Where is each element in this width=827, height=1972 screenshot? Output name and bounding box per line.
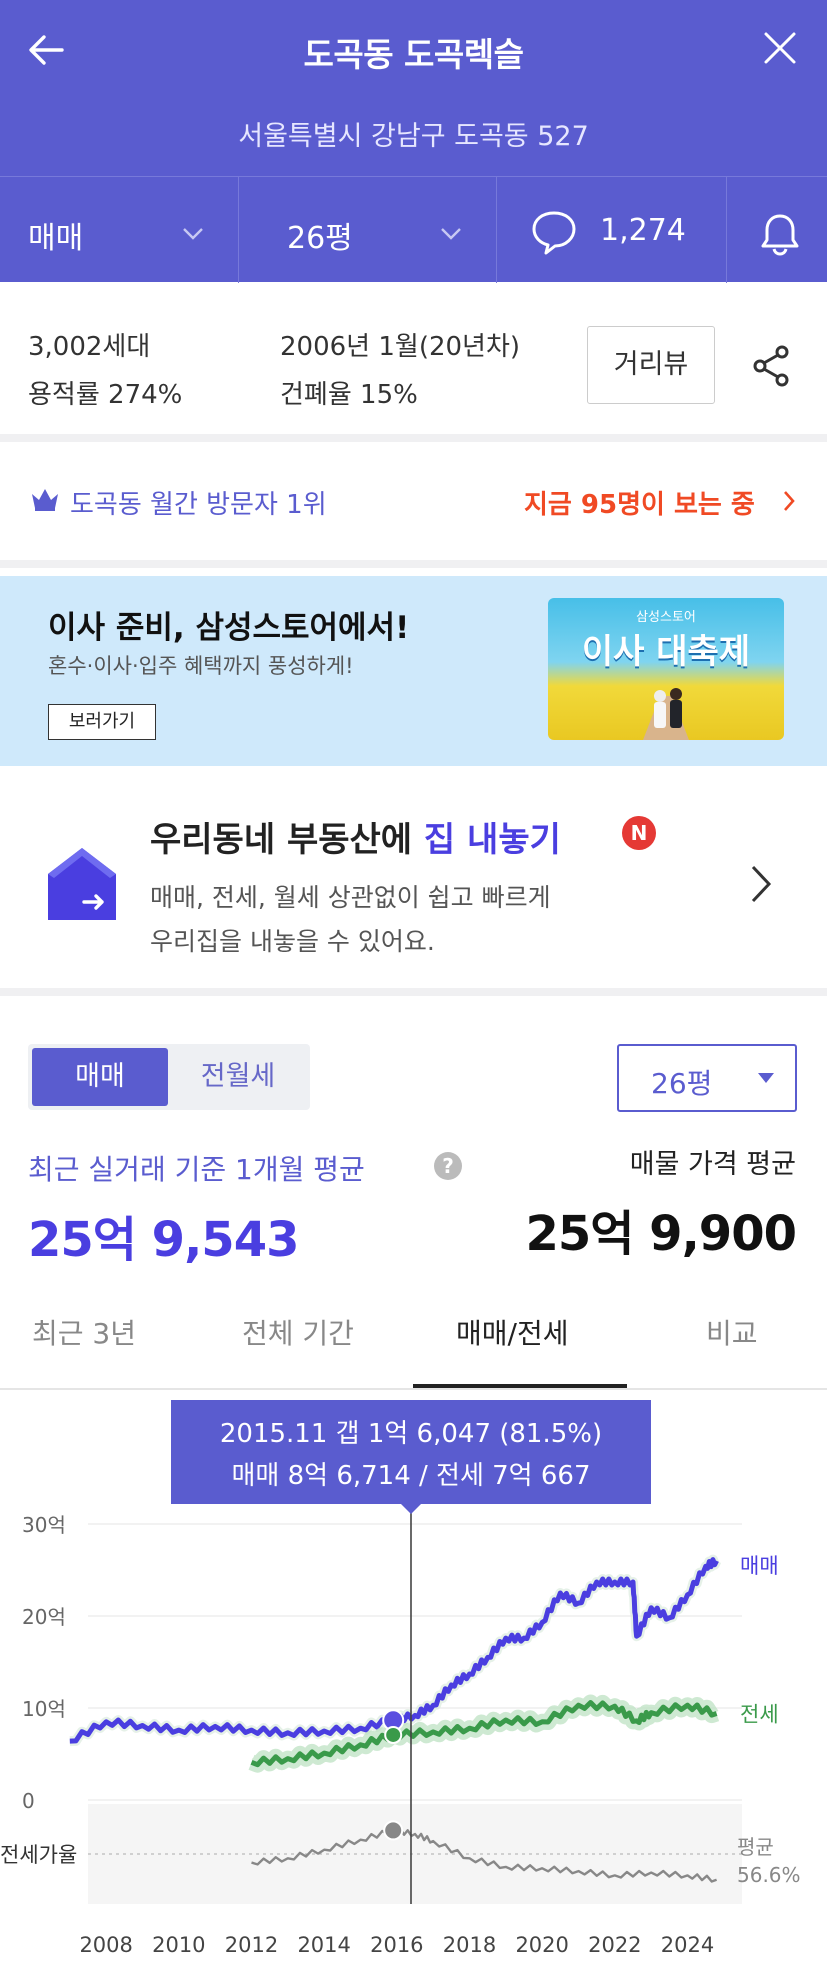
viewers-now: 지금 95명이 보는 중 xyxy=(524,490,755,520)
ad-banner[interactable]: 이사 준비, 삼성스토어에서! 혼수·이사·입주 혜택까지 풍성하게! 보러가기… xyxy=(0,576,827,766)
pyeong-dropdown-label: 26평 xyxy=(651,1067,713,1100)
chart-grid xyxy=(88,1523,742,1801)
pyeong-dropdown[interactable]: 26평 xyxy=(617,1044,797,1112)
visitor-rank-bar[interactable]: 도곡동 월간 방문자 1위 지금 95명이 보는 중 xyxy=(0,442,827,568)
avg-label: 평균 xyxy=(737,1835,774,1859)
banner-image-title: 이사 대축제 xyxy=(581,632,751,672)
tooltip-line1: 2015.11 갭 1억 6,047 (81.5%) xyxy=(220,1419,602,1449)
recent-avg-label: 최근 실거래 기준 1개월 평균 xyxy=(28,1148,365,1188)
sell-home-card[interactable]: 우리동네 부동산에 집 내놓기 N 매매, 전세, 월세 상관없이 쉽고 빠르게… xyxy=(0,776,827,996)
house-icon xyxy=(48,848,116,920)
avg-value: 56.6% xyxy=(737,1863,801,1887)
new-badge: N xyxy=(622,816,656,850)
app-header: 도곡동 도곡렉슬 서울특별시 강남구 도곡동 527 매매 26평 1,274 xyxy=(0,0,827,283)
banner-image: 삼성스토어 이사 대축제 xyxy=(548,598,784,740)
pyeong-label: 26평 xyxy=(287,221,353,256)
x-tick-label: 2020 xyxy=(515,1933,568,1957)
street-view-button[interactable]: 거리뷰 xyxy=(587,326,715,404)
filter-bar: 매매 26평 1,274 xyxy=(0,176,827,283)
building-coverage: 건폐율 15% xyxy=(280,380,418,410)
active-tab-indicator xyxy=(413,1384,627,1388)
share-icon[interactable] xyxy=(752,344,792,388)
crown-icon xyxy=(32,489,58,511)
series-label-lease: 전세 xyxy=(740,1703,779,1727)
banner-image-small-text: 삼성스토어 xyxy=(636,610,696,625)
chevron-right-icon xyxy=(751,865,772,903)
ratio-point-marker xyxy=(383,1820,404,1841)
floor-area-ratio: 용적률 274% xyxy=(28,380,183,410)
chevron-down-icon xyxy=(441,228,461,240)
trade-type-select[interactable]: 매매 xyxy=(28,213,83,257)
help-icon[interactable]: ? xyxy=(434,1152,462,1180)
chart-tooltip: 2015.11 갭 1억 6,047 (81.5%) 매매 8억 6,714 /… xyxy=(171,1400,651,1514)
trade-type-label: 매매 xyxy=(28,221,84,256)
chart-tabs: 최근 3년 전체 기간 매매/전세 비교 xyxy=(0,1290,827,1390)
banner-cta-button[interactable]: 보러가기 xyxy=(48,704,156,740)
comment-count[interactable]: 1,274 xyxy=(600,213,686,248)
pyeong-select[interactable]: 26평 xyxy=(287,213,353,257)
x-tick-label: 2022 xyxy=(588,1933,641,1957)
sell-desc-line2: 우리집을 내놓을 수 있어요. xyxy=(150,927,435,956)
complex-info: 3,002세대 용적률 274% 2006년 1월(20년차) 건폐율 15% … xyxy=(0,282,827,442)
y-tick-label: 10억 xyxy=(22,1697,66,1721)
chevron-down-icon xyxy=(183,228,203,240)
y-tick-label: 0 xyxy=(22,1789,35,1813)
trade-segment: 매매 전월세 xyxy=(28,1044,310,1110)
tab-sale-lease[interactable]: 매매/전세 xyxy=(456,1312,568,1352)
comment-icon[interactable] xyxy=(530,209,578,255)
sell-title: 우리동네 부동산에 집 내놓기 xyxy=(150,812,561,861)
close-icon[interactable] xyxy=(762,30,798,66)
x-tick-label: 2010 xyxy=(152,1933,205,1957)
series-label-sale: 매매 xyxy=(740,1554,779,1578)
tab-compare[interactable]: 비교 xyxy=(706,1312,758,1352)
bell-icon[interactable] xyxy=(758,211,802,257)
x-tick-label: 2016 xyxy=(370,1933,423,1957)
x-tick-label: 2024 xyxy=(661,1933,714,1957)
sell-desc-line1: 매매, 전세, 월세 상관없이 쉽고 빠르게 xyxy=(150,883,551,912)
segment-sale[interactable]: 매매 xyxy=(32,1048,168,1106)
x-tick-label: 2014 xyxy=(297,1933,350,1957)
segment-lease[interactable]: 전월세 xyxy=(168,1048,308,1106)
y-tick-label: 30억 xyxy=(22,1513,66,1537)
caret-down-icon xyxy=(758,1073,774,1083)
recent-avg-label-text: 최근 실거래 기준 1개월 평균 xyxy=(28,1153,365,1186)
tab-all-period[interactable]: 전체 기간 xyxy=(242,1312,354,1352)
banner-subtext: 혼수·이사·입주 혜택까지 풍성하게! xyxy=(48,654,354,678)
tooltip-line2: 매매 8억 6,714 / 전세 7억 667 xyxy=(231,1461,590,1491)
tab-recent-3y[interactable]: 최근 3년 xyxy=(32,1312,136,1352)
ratio-axis-label: 전세가율 xyxy=(0,1843,77,1867)
y-tick-label: 20억 xyxy=(22,1605,66,1629)
chevron-right-icon xyxy=(784,491,795,511)
x-tick-label: 2012 xyxy=(225,1933,278,1957)
x-tick-label: 2018 xyxy=(443,1933,496,1957)
sell-title-prefix: 우리동네 부동산에 xyxy=(150,820,424,860)
listing-avg-value: 25억 9,900 xyxy=(525,1206,797,1262)
x-tick-label: 2008 xyxy=(79,1933,132,1957)
address: 서울특별시 강남구 도곡동 527 xyxy=(238,121,589,152)
recent-avg-value: 25억 9,543 xyxy=(28,1212,299,1268)
rank-text: 도곡동 월간 방문자 1위 xyxy=(70,490,327,520)
sell-title-highlight: 집 내놓기 xyxy=(423,820,561,860)
couple-illustration-icon xyxy=(643,688,689,740)
tooltip-pointer xyxy=(401,1504,421,1514)
listing-avg-label: 매물 가격 평균 xyxy=(629,1149,796,1180)
built-date: 2006년 1월(20년차) xyxy=(280,332,521,362)
households: 3,002세대 xyxy=(28,332,151,362)
lease-point-marker xyxy=(384,1725,403,1744)
page-title: 도곡동 도곡렉슬 xyxy=(303,35,524,74)
price-chart[interactable]: 2015.11 갭 1억 6,047 (81.5%) 매매 8억 6,714 /… xyxy=(0,1392,827,1972)
banner-headline: 이사 준비, 삼성스토어에서! xyxy=(48,610,410,646)
